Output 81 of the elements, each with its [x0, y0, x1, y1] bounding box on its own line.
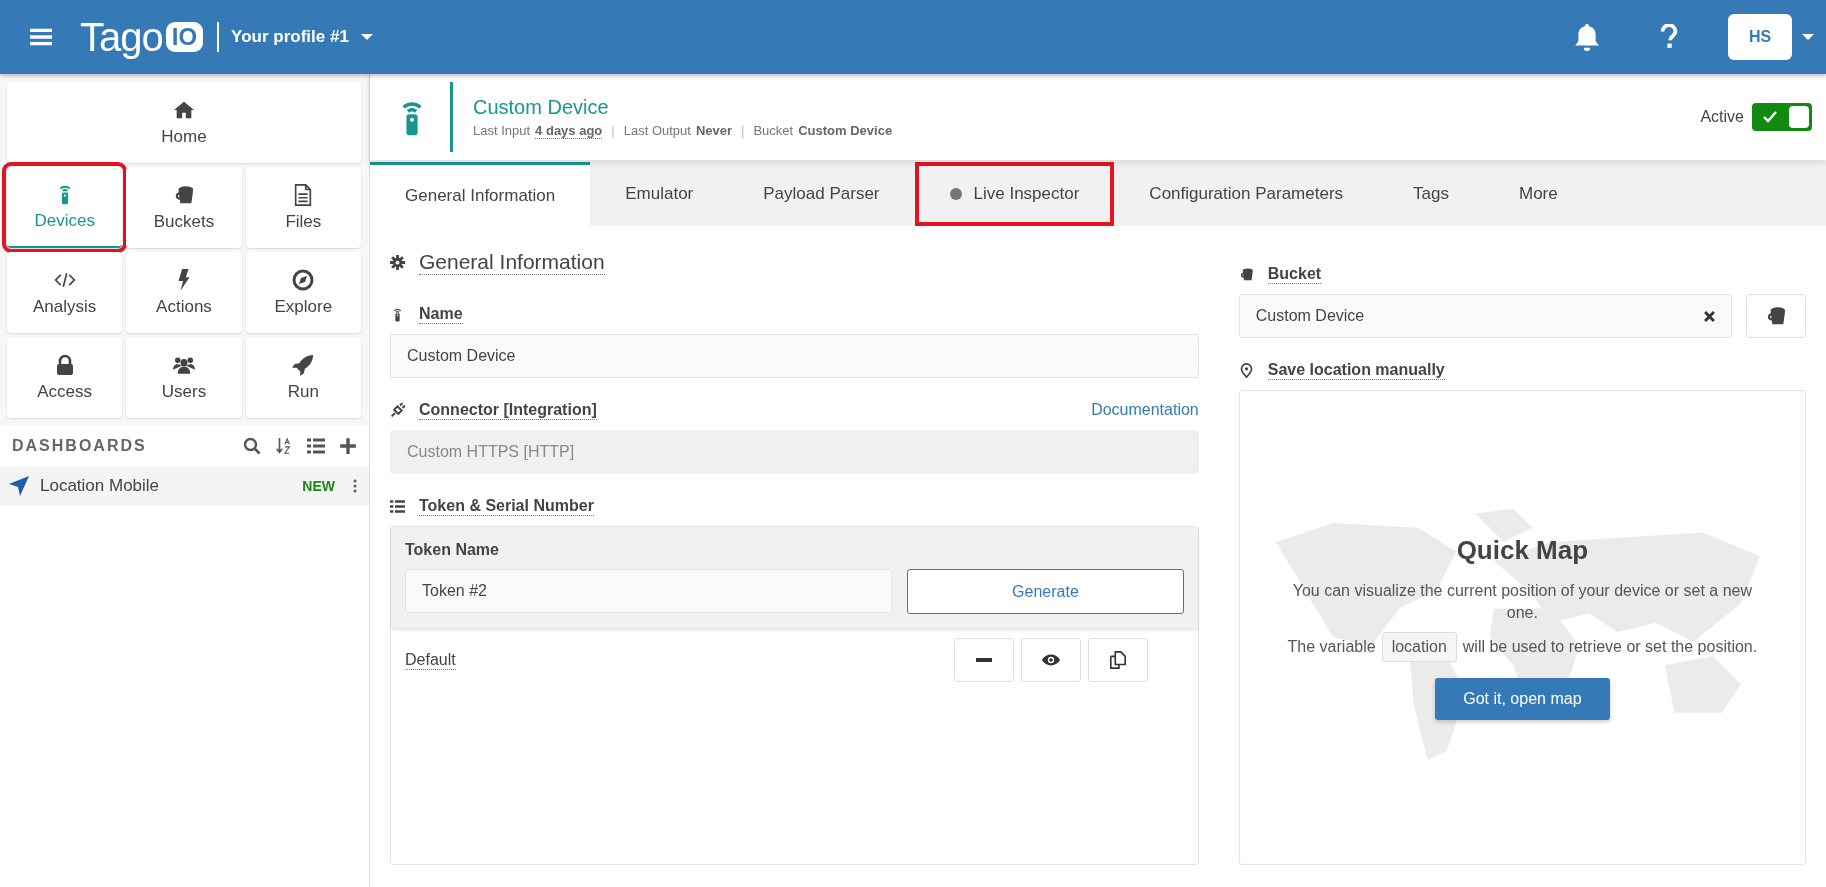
field-label: Connector [Integration]	[419, 400, 597, 420]
field-label: Save location manually	[1267, 360, 1445, 380]
map-description: You can visualize the current position of your device or set a new one.	[1291, 581, 1753, 623]
nav-tile[interactable]: Buckets	[126, 167, 242, 248]
tab[interactable]: Payload Parser	[728, 162, 915, 226]
field-label: Bucket	[1267, 264, 1322, 284]
caret-icon[interactable]	[1802, 34, 1814, 40]
name-field[interactable]: Custom Device	[390, 334, 1199, 378]
plug-icon	[390, 402, 405, 418]
meta-value: Custom Device	[798, 122, 893, 139]
separator: |	[611, 122, 615, 139]
nav-tile[interactable]: Run	[245, 337, 361, 418]
tab[interactable]: General Information	[370, 162, 591, 226]
copy-button[interactable]	[1087, 638, 1148, 682]
token-name[interactable]: Default	[405, 650, 456, 670]
nav-tile[interactable]: Access	[7, 337, 123, 418]
eye-button[interactable]	[1020, 638, 1081, 682]
tab[interactable]: Live Inspector	[914, 162, 1115, 226]
active-toggle[interactable]	[1752, 103, 1812, 131]
open-map-button[interactable]: Got it, open map	[1435, 678, 1610, 720]
field-label: Token Name	[405, 541, 500, 559]
device-name: Custom Device	[473, 95, 610, 119]
section-heading: General Information	[419, 249, 605, 275]
toggle-label: Active	[1700, 108, 1744, 126]
bucket-icon	[1765, 306, 1787, 326]
nav-tile[interactable]: Home	[7, 82, 361, 163]
map-title: Quick Map	[1455, 535, 1590, 566]
section-title: DASHBOARDS	[12, 437, 147, 455]
meta-label: Last Input	[473, 122, 531, 139]
list-icon[interactable]	[307, 437, 325, 455]
nav-tile[interactable]: Explore	[245, 252, 361, 333]
add-icon[interactable]	[339, 437, 357, 455]
notifications-bell-icon[interactable]	[1574, 23, 1600, 51]
bucket-field[interactable]: Custom Device	[1238, 294, 1732, 338]
navigation-arrow-icon	[8, 475, 30, 497]
tab[interactable]: Configuration Parameters	[1114, 162, 1379, 226]
buckets-icon	[173, 183, 195, 206]
meta-label: Bucket	[753, 122, 794, 139]
minus-button[interactable]	[953, 638, 1014, 682]
tab[interactable]: Emulator	[590, 162, 729, 226]
profile-dropdown[interactable]: Your profile #1	[231, 27, 373, 47]
more-options-icon[interactable]	[353, 479, 357, 493]
variable-chip: location	[1381, 632, 1457, 662]
gear-icon	[390, 254, 405, 270]
field-label: Token & Serial Number	[419, 496, 594, 516]
minus-icon	[975, 658, 992, 662]
list-icon	[390, 498, 405, 514]
sort-icon[interactable]	[275, 437, 293, 455]
help-icon[interactable]	[1660, 24, 1678, 50]
tab[interactable]: More	[1484, 162, 1593, 226]
close-icon[interactable]	[1704, 310, 1715, 322]
nav-tile[interactable]: Files	[245, 167, 361, 248]
map-description: The variable	[1287, 638, 1376, 655]
dashboard-item[interactable]: Location Mobile NEW	[0, 466, 369, 506]
generate-button[interactable]: Generate	[907, 569, 1184, 614]
logo[interactable]: Tago IO	[80, 14, 204, 60]
separator: |	[741, 122, 745, 139]
token-name-field[interactable]: Token #2	[405, 569, 893, 613]
eye-icon	[1040, 653, 1061, 667]
nav-tile[interactable]: Analysis	[7, 252, 123, 333]
user-avatar[interactable]: HS	[1728, 14, 1792, 60]
meta-value: 4 days ago	[535, 122, 603, 139]
map-description: will be used to retrieve or set the position.	[1462, 638, 1758, 655]
meta-label: Last Output	[623, 122, 691, 139]
connector-field: Custom HTTPS [HTTP]	[390, 430, 1199, 474]
bucket-icon	[1238, 266, 1254, 282]
documentation-link[interactable]: Documentation	[1091, 401, 1199, 419]
new-label: NEW	[302, 478, 335, 494]
copy-icon	[1108, 651, 1127, 669]
field-label: Name	[419, 304, 463, 324]
bucket-button[interactable]	[1746, 294, 1806, 338]
nav-tile[interactable]: Users	[126, 337, 242, 418]
tab[interactable]: Tags	[1378, 162, 1484, 226]
menu-button[interactable]	[30, 28, 52, 46]
explore-icon	[292, 268, 315, 291]
search-icon[interactable]	[243, 437, 261, 455]
nav-tile[interactable]: Actions	[126, 252, 242, 333]
run-icon	[292, 353, 315, 376]
map-pin-icon	[1238, 362, 1254, 378]
meta-value: Never	[695, 122, 733, 139]
check-icon	[1763, 111, 1777, 123]
